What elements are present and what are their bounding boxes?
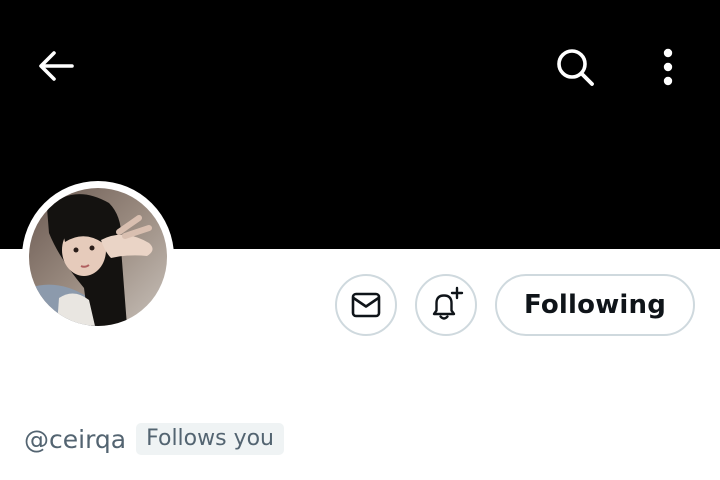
handle-row: @ceirqa Follows you: [24, 420, 284, 458]
search-button[interactable]: [550, 42, 600, 92]
envelope-icon: [351, 292, 381, 318]
profile-photo: [29, 188, 167, 326]
search-icon: [557, 49, 594, 86]
avatar[interactable]: [22, 181, 174, 333]
message-button[interactable]: [335, 274, 397, 336]
following-button[interactable]: Following: [495, 274, 695, 336]
profile-screen: Following @ceirqa Follows you: [0, 0, 720, 480]
notifications-button[interactable]: [415, 274, 477, 336]
user-handle: @ceirqa: [24, 424, 127, 454]
back-button[interactable]: [32, 44, 80, 88]
arrow-left-icon: [39, 51, 74, 81]
follows-you-badge: Follows you: [136, 423, 284, 455]
more-options-button[interactable]: [648, 42, 688, 92]
more-vertical-icon: [663, 48, 673, 86]
bell-plus-icon: [432, 286, 464, 320]
